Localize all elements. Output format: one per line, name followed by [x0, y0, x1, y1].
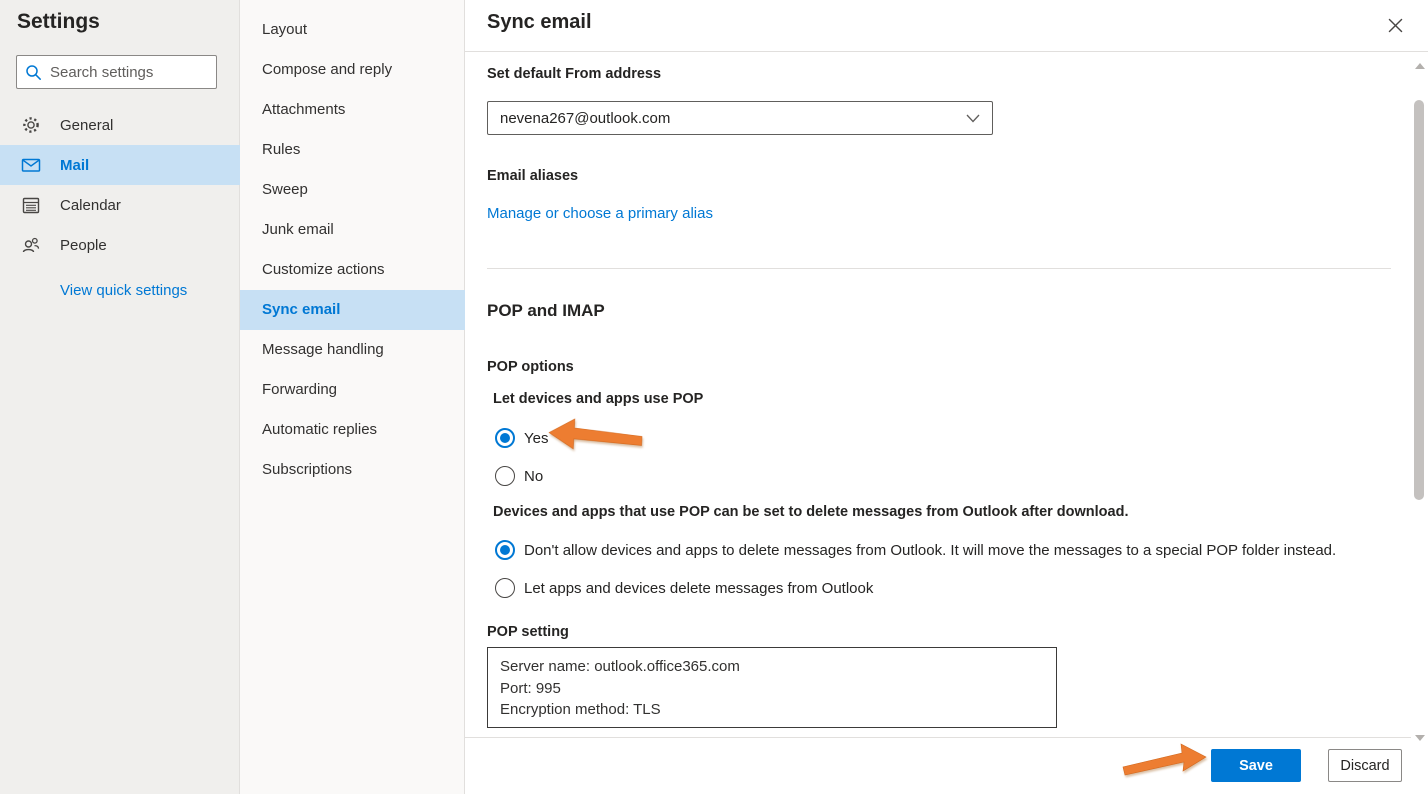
- sidebar-item-mail[interactable]: Mail: [0, 145, 240, 185]
- sidebar-item-label: Calendar: [60, 197, 121, 214]
- vertical-scrollbar[interactable]: [1411, 53, 1428, 745]
- subnav-item-subscriptions[interactable]: Subscriptions: [240, 450, 465, 490]
- scrollbar-down-arrow-icon[interactable]: [1415, 735, 1425, 741]
- pop-setting-box: Server name: outlook.office365.com Port:…: [487, 647, 1057, 728]
- subnav-item-layout[interactable]: Layout: [240, 10, 465, 50]
- radio-button-checked[interactable]: [495, 540, 515, 560]
- people-icon: [21, 235, 41, 255]
- sidebar-item-calendar[interactable]: Calendar: [0, 185, 240, 225]
- chevron-down-icon: [966, 114, 980, 123]
- pop-setting-label: POP setting: [487, 624, 569, 640]
- sync-email-panel: Sync email Set default From address neve…: [465, 0, 1428, 794]
- search-settings-box[interactable]: [16, 55, 217, 89]
- pop-encryption: Encryption method: TLS: [500, 699, 1044, 721]
- radio-dont-allow-delete[interactable]: Don't allow devices and apps to delete m…: [495, 540, 1336, 560]
- pop-server-name: Server name: outlook.office365.com: [500, 656, 1044, 678]
- pop-options-label: POP options: [487, 359, 574, 375]
- manage-alias-link[interactable]: Manage or choose a primary alias: [487, 205, 713, 222]
- sidebar-item-label: Mail: [60, 157, 89, 174]
- calendar-icon: [21, 195, 41, 215]
- scrollbar-thumb[interactable]: [1414, 100, 1424, 500]
- arrow-pointing-to-yes-radio: [544, 409, 646, 460]
- subnav-item-automatic-replies[interactable]: Automatic replies: [240, 410, 465, 450]
- footer-divider: [465, 737, 1428, 738]
- subnav-item-rules[interactable]: Rules: [240, 130, 465, 170]
- pop-port: Port: 995: [500, 678, 1044, 700]
- settings-title: Settings: [17, 10, 100, 34]
- sidebar-item-general[interactable]: General: [0, 105, 240, 145]
- panel-header: Sync email: [465, 0, 1428, 52]
- search-input[interactable]: [50, 64, 208, 81]
- subnav-item-compose-and-reply[interactable]: Compose and reply: [240, 50, 465, 90]
- search-icon: [25, 64, 42, 81]
- pop-delete-label: Devices and apps that use POP can be set…: [493, 504, 1129, 520]
- email-aliases-label: Email aliases: [487, 168, 578, 184]
- save-button[interactable]: Save: [1211, 749, 1301, 782]
- default-from-dropdown[interactable]: nevena267@outlook.com: [487, 101, 993, 135]
- default-from-label: Set default From address: [487, 66, 661, 82]
- radio-let-delete[interactable]: Let apps and devices delete messages fro…: [495, 578, 873, 598]
- section-divider: [487, 268, 1391, 269]
- subnav-item-customize-actions[interactable]: Customize actions: [240, 250, 465, 290]
- radio-use-pop-yes[interactable]: Yes: [495, 428, 548, 448]
- sidebar-item-people[interactable]: People: [0, 225, 240, 265]
- subnav-item-junk-email[interactable]: Junk email: [240, 210, 465, 250]
- mail-icon: [21, 155, 41, 175]
- subnav-item-sync-email[interactable]: Sync email: [240, 290, 465, 330]
- view-quick-settings-link[interactable]: View quick settings: [60, 282, 187, 299]
- sidebar-item-label: General: [60, 117, 113, 134]
- settings-sidebar: Settings General: [0, 0, 240, 794]
- radio-button-unchecked[interactable]: [495, 466, 515, 486]
- radio-button-checked[interactable]: [495, 428, 515, 448]
- close-icon[interactable]: [1384, 14, 1406, 36]
- subnav-item-sweep[interactable]: Sweep: [240, 170, 465, 210]
- scrollbar-up-arrow-icon[interactable]: [1415, 63, 1425, 69]
- settings-category-nav: General Mail: [0, 105, 240, 265]
- discard-button[interactable]: Discard: [1328, 749, 1402, 782]
- use-pop-label: Let devices and apps use POP: [493, 391, 703, 407]
- panel-title: Sync email: [487, 11, 592, 34]
- gear-icon: [21, 115, 41, 135]
- mail-settings-subnav: Layout Compose and reply Attachments Rul…: [240, 0, 465, 794]
- subnav-item-message-handling[interactable]: Message handling: [240, 330, 465, 370]
- sidebar-item-label: People: [60, 237, 107, 254]
- pop-imap-heading: POP and IMAP: [487, 301, 605, 321]
- subnav-item-forwarding[interactable]: Forwarding: [240, 370, 465, 410]
- outlook-settings-window: Settings General: [0, 0, 1428, 794]
- arrow-pointing-to-save-button: [1121, 742, 1209, 780]
- radio-use-pop-no[interactable]: No: [495, 466, 543, 486]
- default-from-value: nevena267@outlook.com: [500, 110, 966, 127]
- subnav-item-attachments[interactable]: Attachments: [240, 90, 465, 130]
- radio-button-unchecked[interactable]: [495, 578, 515, 598]
